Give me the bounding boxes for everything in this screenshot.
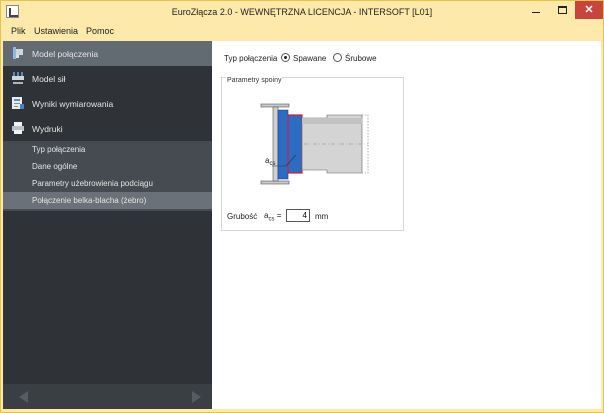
main-panel: Typ połączenia Spawane Śrubowe Parametry… [212,41,601,409]
subnav-item-stiffener-params[interactable]: Parametry użebrowienia podciągu [3,175,212,192]
subnav-item-general-data[interactable]: Dane ogólne [3,158,212,175]
window-title: EuroZłącza 2.0 - WEWNĘTRZNA LICENCJA - I… [171,7,433,17]
radio-bolted[interactable] [333,53,342,62]
previous-arrow-icon[interactable] [19,391,28,403]
minimize-button[interactable] [523,1,549,19]
printer-icon [12,122,24,134]
sidebar-item-forces-model[interactable]: Model sił [3,66,212,91]
content-area: Model połączenia Model sił Wyniki wymiar… [3,41,601,409]
minimize-icon [532,11,540,13]
menu-help[interactable]: Pomoc [86,26,114,36]
weld-parameters-group: Parametry spoiny acs Grubość acs = 4 mm [221,77,404,231]
subnav-item-connection-type[interactable]: Typ połączenia [3,141,212,158]
sidebar-item-printouts[interactable]: Wydruki [3,116,212,141]
subnav-item-beam-plate[interactable]: Połączenie belka-blacha (żebro) [3,192,212,209]
close-button[interactable]: ✕ [575,1,603,19]
forces-model-icon [12,72,24,84]
weld-diagram: acs [260,103,369,185]
sidebar: Model połączenia Model sił Wyniki wymiar… [3,41,212,409]
sidebar-item-results[interactable]: Wyniki wymiarowania [3,91,212,116]
maximize-icon [557,6,567,15]
connection-type-label: Typ połączenia [224,54,278,63]
app-window: EuroZłącza 2.0 - WEWNĘTRZNA LICENCJA - I… [0,0,604,413]
thickness-input[interactable] [286,209,310,222]
connection-model-icon [13,47,23,59]
radio-welded-label[interactable]: Spawane [293,54,326,63]
sidebar-footer [3,384,212,409]
title-bar[interactable]: EuroZłącza 2.0 - WEWNĘTRZNA LICENCJA - I… [1,1,603,23]
radio-welded[interactable] [281,53,290,62]
results-icon [12,97,24,109]
menu-settings[interactable]: Ustawienia [34,26,78,36]
sidebar-subnav: Typ połączenia Dane ogólne Parametry uże… [3,141,212,211]
radio-bolted-label[interactable]: Śrubowe [345,54,377,63]
menu-file[interactable]: Plik [11,26,26,36]
thickness-symbol: acs = [264,211,282,223]
thickness-unit: mm [315,212,329,221]
weld-parameters-title: Parametry spoiny [226,77,283,84]
thickness-label: Grubość [227,212,258,221]
maximize-button[interactable] [549,1,575,19]
next-arrow-icon[interactable] [192,391,201,403]
sidebar-item-connection-model[interactable]: Model połączenia [3,41,212,66]
menu-bar: Plik Ustawienia Pomoc [2,23,602,41]
